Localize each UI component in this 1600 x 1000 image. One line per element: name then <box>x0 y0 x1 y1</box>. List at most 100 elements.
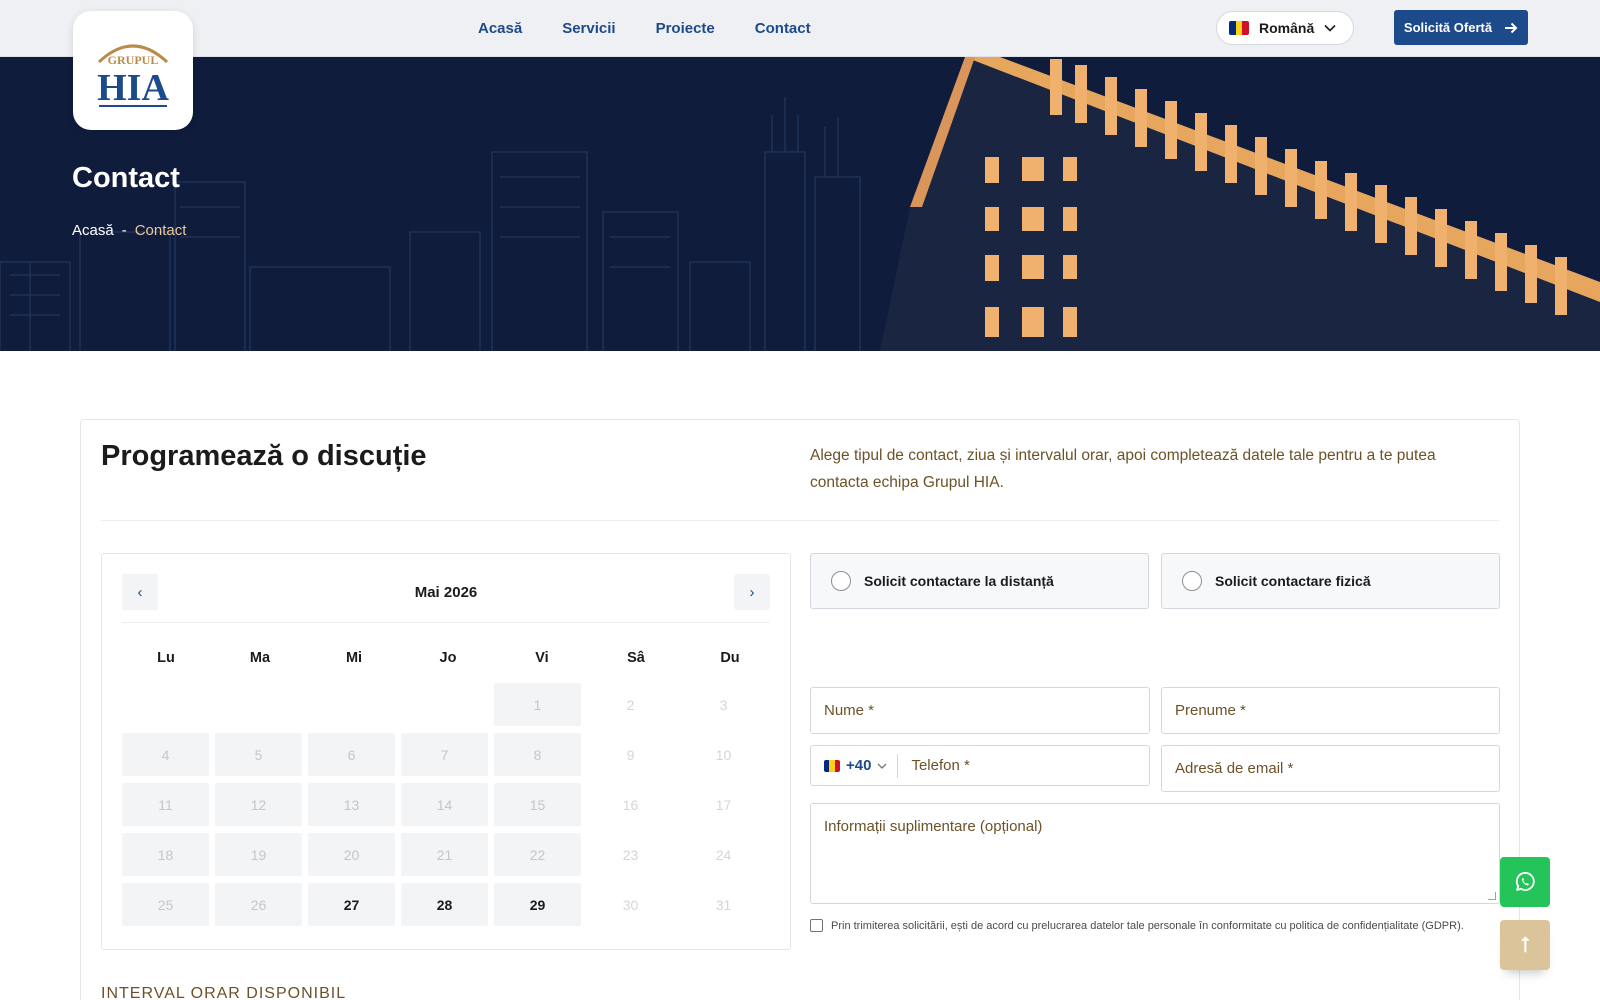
calendar-day-disabled: 12 <box>215 783 302 826</box>
calendar-day-weekend: 17 <box>715 796 732 813</box>
section-description: Alege tipul de contact, ziua și interval… <box>810 447 1436 491</box>
calendar-day-disabled: 5 <box>215 733 302 776</box>
phone-field[interactable]: +40 Telefon * <box>810 745 1150 786</box>
weekday-label: Ma <box>249 650 271 666</box>
notes-textarea[interactable]: Informații suplimentare (opțional) <box>810 803 1500 904</box>
calendar-divider <box>122 622 770 623</box>
breadcrumb: Acasă - Contact <box>72 222 186 239</box>
calendar-day-disabled: 25 <box>122 883 209 926</box>
request-offer-label: Solicită Ofertă <box>1403 20 1493 35</box>
calendar-day-weekend: 16 <box>622 796 639 813</box>
schedule-card: Programează o discuție Alege tipul de co… <box>80 419 1520 1000</box>
weekday-label: Lu <box>157 650 175 666</box>
calendar-day-weekend: 3 <box>719 696 728 713</box>
weekday-label: Du <box>720 650 740 666</box>
language-label: Română <box>1259 20 1315 36</box>
contact-type-remote[interactable]: Solicit contactare la distanță <box>810 553 1149 609</box>
radio-circle[interactable] <box>1182 571 1202 591</box>
weekday-label: Sâ <box>627 650 645 666</box>
first-name-field[interactable]: Prenume * <box>1161 687 1500 734</box>
nav-link-projects[interactable]: Proiecte <box>656 20 715 37</box>
site-logo[interactable]: GRUPUL HIA <box>73 11 193 130</box>
calendar-day-weekend: 30 <box>622 896 639 913</box>
time-interval-heading: INTERVAL ORAR DISPONIBIL <box>101 985 347 1000</box>
calendar-day-weekend: 31 <box>715 896 732 913</box>
phone-country-selector[interactable]: +40 <box>824 753 899 778</box>
svg-text:GRUPUL: GRUPUL <box>108 53 159 67</box>
chevron-down-icon <box>1324 24 1336 32</box>
arrow-up-icon: ⭡ <box>1519 932 1531 957</box>
contact-type-in-person[interactable]: Solicit contactare fizică <box>1161 553 1500 609</box>
top-navigation-bar: Acasă Servicii Proiecte Contact Română S… <box>0 0 1600 57</box>
phone-code-label: +40 <box>846 757 872 774</box>
email-field[interactable]: Adresă de email * <box>1161 745 1500 792</box>
breadcrumb-home[interactable]: Acasă <box>72 222 114 239</box>
breadcrumb-separator: - <box>121 222 127 239</box>
contact-type-in-person-label: Solicit contactare fizică <box>1215 573 1371 589</box>
calendar-day-available[interactable]: 28 <box>401 883 488 926</box>
calendar-day-disabled: 21 <box>401 833 488 876</box>
last-name-field[interactable]: Nume * <box>810 687 1150 734</box>
email-placeholder: Adresă de email * <box>1175 760 1294 777</box>
breadcrumb-current: Contact <box>134 222 187 239</box>
weekday-label: Mi <box>345 650 363 666</box>
calendar-day-weekend: 10 <box>715 746 732 763</box>
calendar-day-available[interactable]: 27 <box>308 883 395 926</box>
calendar-day-disabled: 11 <box>122 783 209 826</box>
calendar-day-weekend: 9 <box>626 746 635 763</box>
calendar-day-disabled: 6 <box>308 733 395 776</box>
arrow-right-icon <box>1505 22 1518 33</box>
resize-handle-icon[interactable] <box>1488 892 1496 900</box>
scroll-to-top-button[interactable]: ⭡ <box>1500 920 1550 970</box>
calendar-next-button[interactable]: › <box>734 574 770 610</box>
request-offer-button[interactable]: Solicită Ofertă <box>1394 10 1528 45</box>
main-nav: Acasă Servicii Proiecte Contact <box>478 0 811 56</box>
calendar-day-weekend: 24 <box>715 846 732 863</box>
calendar-day-weekend: 23 <box>622 846 639 863</box>
hero-background-image <box>0 57 1600 351</box>
calendar-month-label: Mai 2026 <box>414 584 478 601</box>
page-title: Contact <box>72 162 180 194</box>
nav-link-home[interactable]: Acasă <box>478 20 522 37</box>
calendar-day-disabled: 7 <box>401 733 488 776</box>
gdpr-consent-text: Prin trimiterea solicitării, ești de aco… <box>831 919 1464 932</box>
svg-text:HIA: HIA <box>97 67 169 109</box>
page-hero: Contact Acasă - Contact <box>0 57 1600 351</box>
date-calendar: ‹ Mai 2026 › Lu Ma Mi Jo Vi Sâ Du 123456… <box>101 553 791 950</box>
calendar-day-weekend: 2 <box>626 696 635 713</box>
romania-flag-icon <box>824 759 840 772</box>
section-divider <box>101 520 1499 521</box>
nav-link-contact[interactable]: Contact <box>755 20 811 37</box>
chevron-down-icon <box>877 763 887 769</box>
calendar-day-disabled: 26 <box>215 883 302 926</box>
radio-circle[interactable] <box>831 571 851 591</box>
calendar-day-disabled: 20 <box>308 833 395 876</box>
whatsapp-button[interactable] <box>1500 857 1550 907</box>
weekday-label: Vi <box>535 650 549 666</box>
whatsapp-icon <box>1515 872 1535 891</box>
gdpr-consent: Prin trimiterea solicitării, ești de aco… <box>810 919 1464 932</box>
calendar-day-disabled: 19 <box>215 833 302 876</box>
hia-logo-icon: GRUPUL HIA <box>97 44 169 109</box>
language-selector[interactable]: Română <box>1216 11 1354 45</box>
calendar-day-disabled: 4 <box>122 733 209 776</box>
calendar-day-disabled: 22 <box>494 833 581 876</box>
calendar-days-grid: 1 2 3 4 5 6 7 8 9 10 11 12 13 14 15 16 17 18 19 20 21 22 23 24 2… <box>122 683 776 926</box>
calendar-day-disabled: 14 <box>401 783 488 826</box>
calendar-day-disabled: 1 <box>494 683 581 726</box>
weekday-label: Jo <box>439 650 457 666</box>
phone-placeholder: Telefon * <box>911 757 970 774</box>
calendar-day-disabled: 13 <box>308 783 395 826</box>
calendar-day-available[interactable]: 29 <box>494 883 581 926</box>
gdpr-checkbox[interactable] <box>810 919 823 932</box>
contact-type-remote-label: Solicit contactare la distanță <box>864 573 1054 589</box>
first-name-placeholder: Prenume * <box>1175 702 1246 719</box>
last-name-placeholder: Nume * <box>824 702 875 719</box>
calendar-weekdays: Lu Ma Mi Jo Vi Sâ Du <box>122 650 776 666</box>
calendar-day-disabled: 8 <box>494 733 581 776</box>
nav-link-services[interactable]: Servicii <box>562 20 615 37</box>
calendar-day-disabled: 15 <box>494 783 581 826</box>
notes-placeholder: Informații suplimentare (opțional) <box>824 818 1043 835</box>
romania-flag-icon <box>1229 21 1249 35</box>
section-title: Programează o discuție <box>101 440 427 472</box>
